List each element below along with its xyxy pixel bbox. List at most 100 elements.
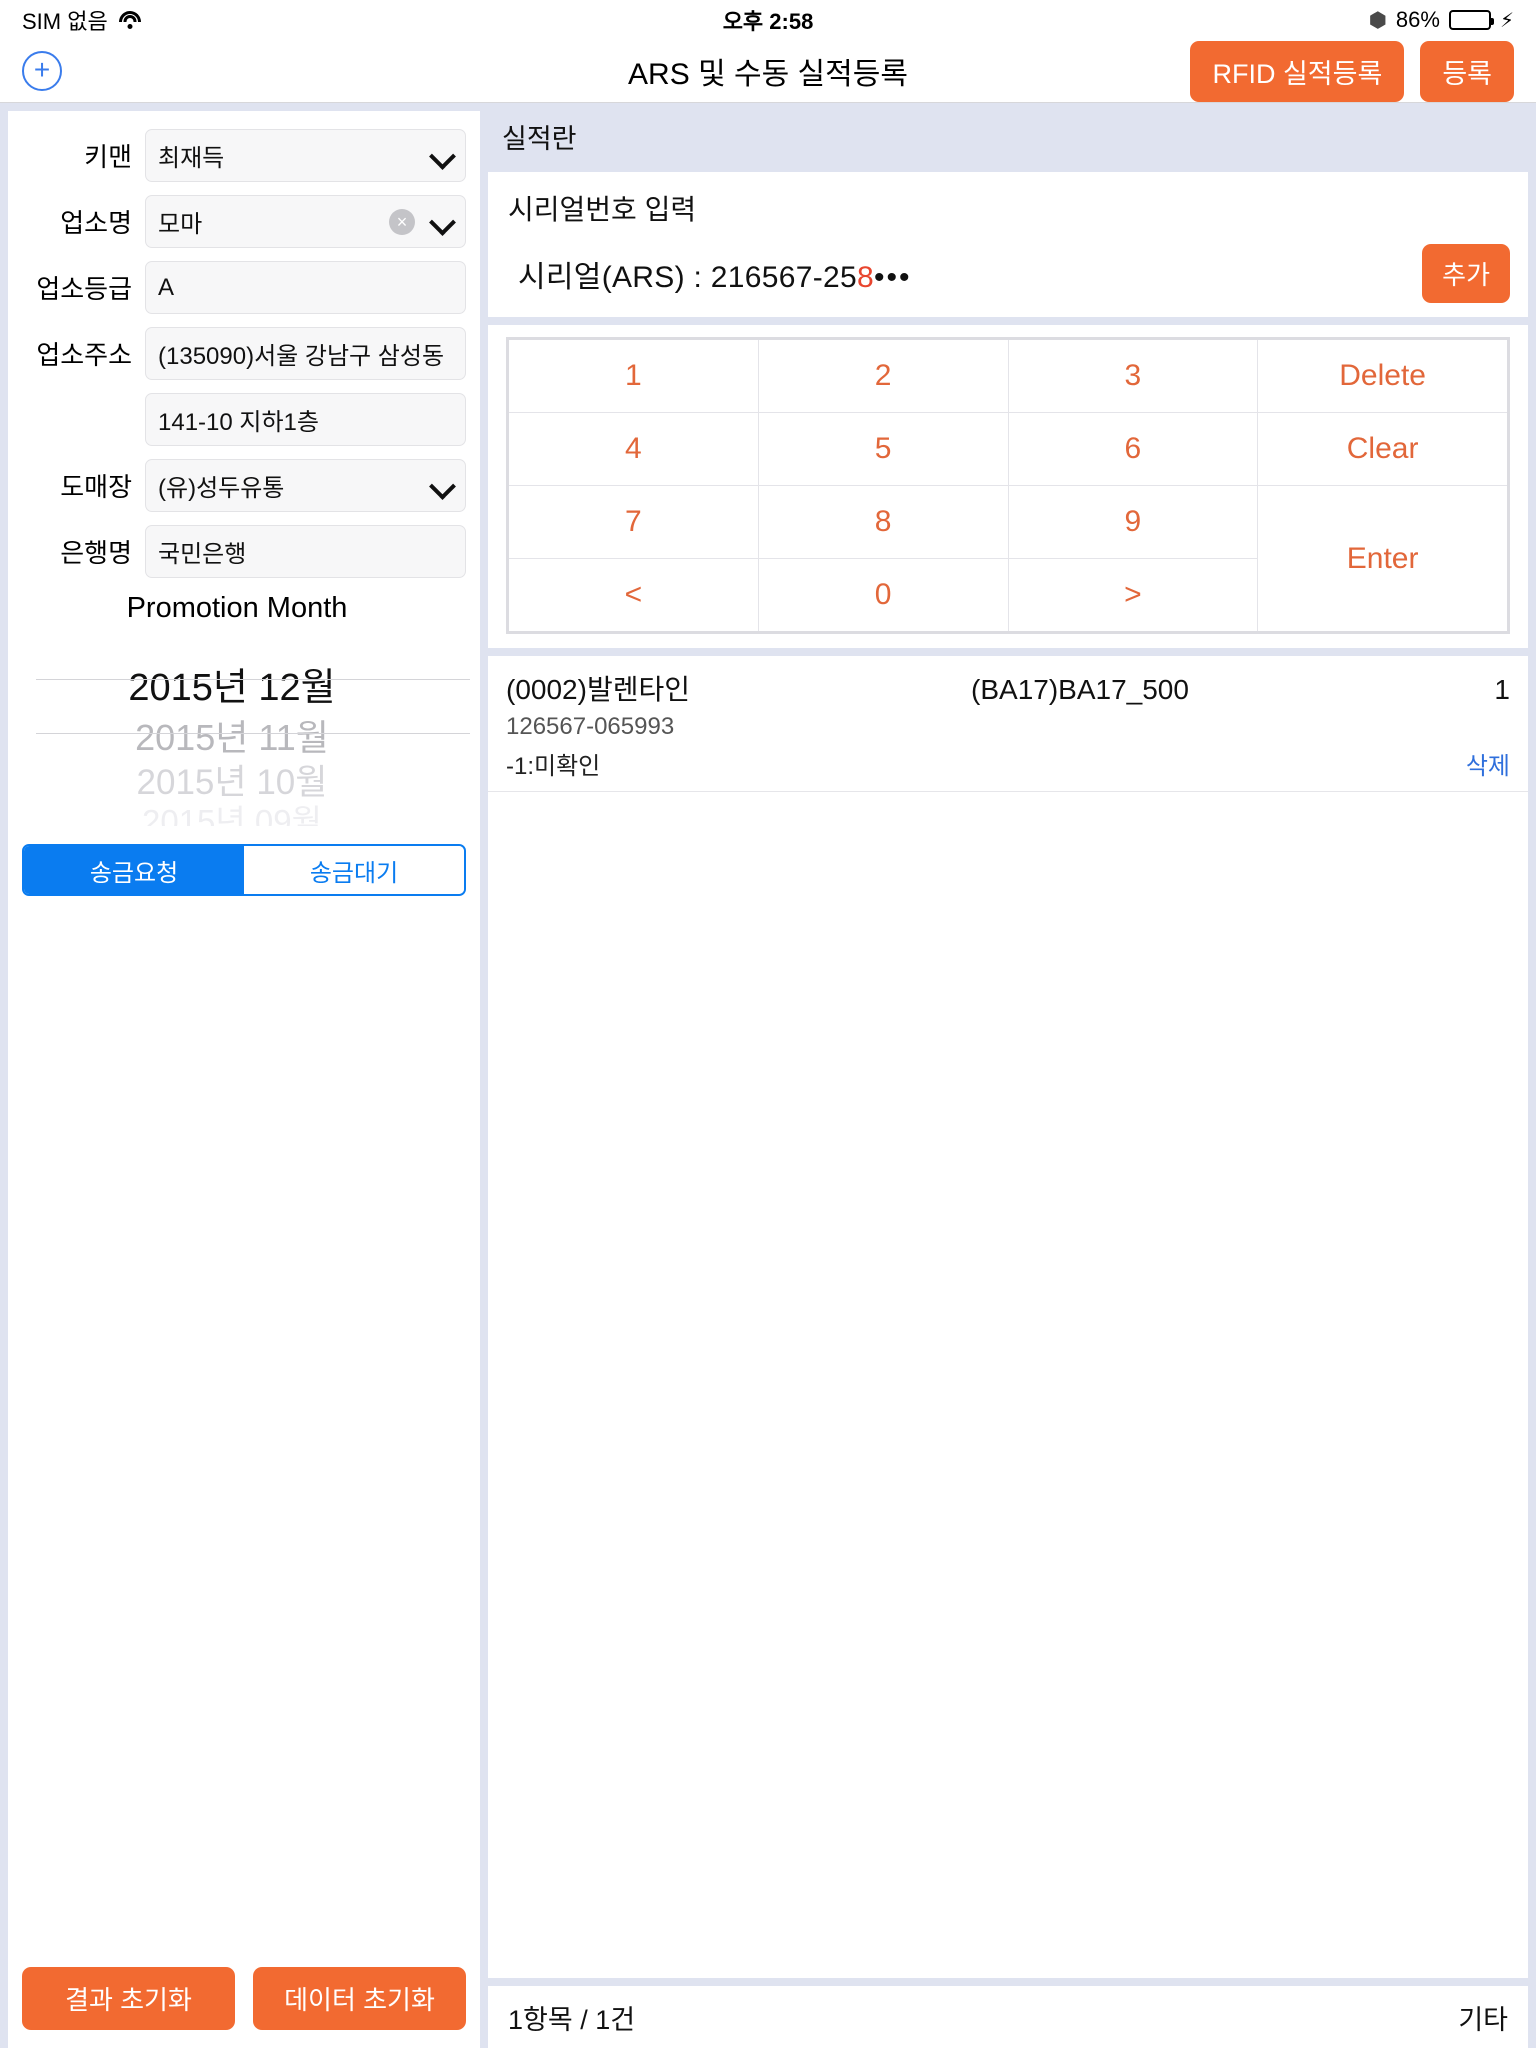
key-enter[interactable]: Enter [1258, 486, 1507, 631]
other-button[interactable]: 기타 [1458, 1998, 1508, 2037]
form-row-business-grade: 업소등급 A [8, 261, 466, 314]
business-grade-value: A [158, 273, 175, 301]
chevron-down-icon [431, 145, 453, 167]
key-9[interactable]: 9 [1008, 486, 1258, 558]
bluetooth-icon: ⬢︎ [1368, 8, 1387, 32]
result-row-status: -1:미확인 삭제 [506, 746, 1510, 781]
serial-input-title: 시리얼번호 입력 [508, 194, 697, 225]
rfid-register-button[interactable]: RFID 실적등록 [1190, 40, 1405, 102]
key-0[interactable]: 0 [758, 559, 1008, 631]
navigation-bar: + ARS 및 수동 실적등록 RFID 실적등록 등록 [0, 40, 1536, 103]
register-button[interactable]: 등록 [1420, 40, 1514, 102]
numeric-keypad: 1 2 3 Delete 4 5 6 Clear 7 8 9 Enter < 0… [506, 337, 1510, 634]
keyman-value: 최재득 [158, 145, 225, 172]
battery-percent-label: 86% [1395, 7, 1440, 32]
chevron-down-icon [431, 475, 453, 497]
right-result-pane: 실적란 시리얼번호 입력 시리얼(ARS) : 216567-258••• 추가… [488, 111, 1528, 2048]
key-prev[interactable]: < [509, 559, 758, 631]
keypad-card: 1 2 3 Delete 4 5 6 Clear 7 8 9 Enter < 0… [488, 325, 1528, 648]
serial-input-card: 시리얼번호 입력 시리얼(ARS) : 216567-258••• 추가 [488, 172, 1528, 317]
business-address-value: (135090)서울 강남구 삼성동 [158, 343, 445, 370]
plus-circle-icon[interactable]: + [22, 51, 62, 91]
result-list: (0002)발렌타인 (BA17)BA17_500 1 126567-06599… [488, 656, 1528, 1978]
carrier-label: SIM 없음 [22, 9, 108, 34]
segment-remittance-pending[interactable]: 송금대기 [244, 846, 464, 894]
clear-icon[interactable]: × [389, 208, 415, 235]
serial-prefix-label: 시리얼(ARS) : [518, 260, 711, 294]
remittance-segmented-control: 송금요청 송금대기 [22, 844, 466, 896]
delete-row-button[interactable]: 삭제 [1466, 746, 1510, 781]
key-5[interactable]: 5 [758, 413, 1008, 485]
add-serial-button[interactable]: 추가 [1422, 244, 1510, 303]
navbar-actions: RFID 실적등록 등록 [1190, 40, 1514, 102]
key-8[interactable]: 8 [758, 486, 1008, 558]
promotion-month-title: Promotion Month [126, 592, 348, 624]
serial-value-display: 시리얼(ARS) : 216567-258••• [518, 252, 1422, 296]
business-name-value: 모마 [158, 211, 203, 238]
result-row-primary: (0002)발렌타인 (BA17)BA17_500 1 [506, 668, 1510, 708]
product-quantity: 1 [1494, 674, 1510, 705]
battery-icon [1448, 10, 1494, 30]
keyman-select[interactable]: 최재득 [145, 129, 466, 182]
serial-entered-digits: 216567-25 [710, 260, 857, 294]
business-form: 키맨 최재득 업소명 모마 × 업소등급 A 업소주소 (135090)서울 강… [8, 111, 480, 625]
reset-result-button[interactable]: 결과 초기화 [22, 1967, 235, 2030]
status-bar-clock: 오후 2:58 [722, 9, 814, 34]
picker-selection-line-top [36, 679, 470, 680]
key-delete[interactable]: Delete [1258, 340, 1507, 412]
key-6[interactable]: 6 [1008, 413, 1258, 485]
picker-option[interactable]: 2015년 10월 [8, 761, 480, 805]
product-serial: 126567-065993 [506, 713, 675, 740]
wifi-icon [118, 11, 142, 29]
form-row-bank-name: 은행명 국민은행 [8, 525, 466, 578]
product-code: (BA17)BA17_500 [971, 674, 1189, 705]
page-body: 키맨 최재득 업소명 모마 × 업소등급 A 업소주소 (135090)서울 강… [0, 103, 1536, 2048]
picker-option[interactable]: 2015년 11월 [8, 715, 480, 761]
status-badge: -1:미확인 [506, 753, 601, 780]
chevron-down-icon [431, 211, 453, 233]
business-name-select[interactable]: 모마 × [145, 195, 466, 248]
picker-selection-line-bottom [36, 733, 470, 734]
bank-name-value: 국민은행 [158, 541, 247, 568]
month-picker[interactable]: 2015년 12월 2015년 11월 2015년 10월 2015년 09월 [8, 661, 480, 826]
business-address-label: 업소주소 [36, 340, 132, 370]
serial-input-row: 시리얼(ARS) : 216567-258••• 추가 [488, 244, 1528, 303]
bank-name-label: 은행명 [60, 538, 132, 568]
business-grade-label: 업소등급 [36, 274, 132, 304]
left-pane-spacer [8, 896, 480, 1951]
key-2[interactable]: 2 [758, 340, 1008, 412]
business-address-detail-value: 141-10 지하1층 [158, 409, 319, 436]
serial-highlight-digit: 8 [856, 260, 874, 294]
product-name: (0002)발렌타인 [506, 674, 690, 705]
left-pane-action-buttons: 결과 초기화 데이터 초기화 [8, 1951, 480, 2048]
status-bar-left: SIM 없음 [22, 4, 142, 36]
wholesaler-value: (유)성두유통 [158, 475, 285, 502]
key-1[interactable]: 1 [509, 340, 758, 412]
business-address-detail-field[interactable]: 141-10 지하1층 [145, 393, 466, 446]
key-4[interactable]: 4 [509, 413, 758, 485]
business-grade-field[interactable]: A [145, 261, 466, 314]
form-row-business-name: 업소명 모마 × [8, 195, 466, 248]
key-3[interactable]: 3 [1008, 340, 1258, 412]
wholesaler-select[interactable]: (유)성두유통 [145, 459, 466, 512]
result-count-label: 1항목 / 1건 [508, 2004, 636, 2035]
key-next[interactable]: > [1008, 559, 1258, 631]
form-row-business-address-detail: 141-10 지하1층 [8, 393, 466, 446]
bank-name-field[interactable]: 국민은행 [145, 525, 466, 578]
status-bar: SIM 없음 오후 2:58 ⬢︎ 86% ⚡︎ [0, 0, 1536, 40]
picker-option-selected[interactable]: 2015년 12월 [8, 661, 480, 715]
key-7[interactable]: 7 [509, 486, 758, 558]
key-clear[interactable]: Clear [1258, 413, 1507, 485]
table-row[interactable]: (0002)발렌타인 (BA17)BA17_500 1 126567-06599… [488, 656, 1528, 792]
wholesaler-label: 도매장 [60, 472, 132, 502]
picker-option[interactable]: 2015년 09월 [8, 805, 480, 827]
segment-remittance-request[interactable]: 송금요청 [24, 846, 244, 894]
reset-data-button[interactable]: 데이터 초기화 [253, 1967, 466, 2030]
lightning-bolt-icon: ⚡︎ [1499, 9, 1514, 32]
result-list-empty-area [488, 792, 1528, 1978]
business-address-field[interactable]: (135090)서울 강남구 삼성동 [145, 327, 466, 380]
result-panel-header: 실적란 [502, 124, 577, 154]
form-row-business-address: 업소주소 (135090)서울 강남구 삼성동 [8, 327, 466, 380]
result-footer: 1항목 / 1건 기타 [488, 1986, 1528, 2048]
keyman-label: 키맨 [84, 142, 132, 172]
